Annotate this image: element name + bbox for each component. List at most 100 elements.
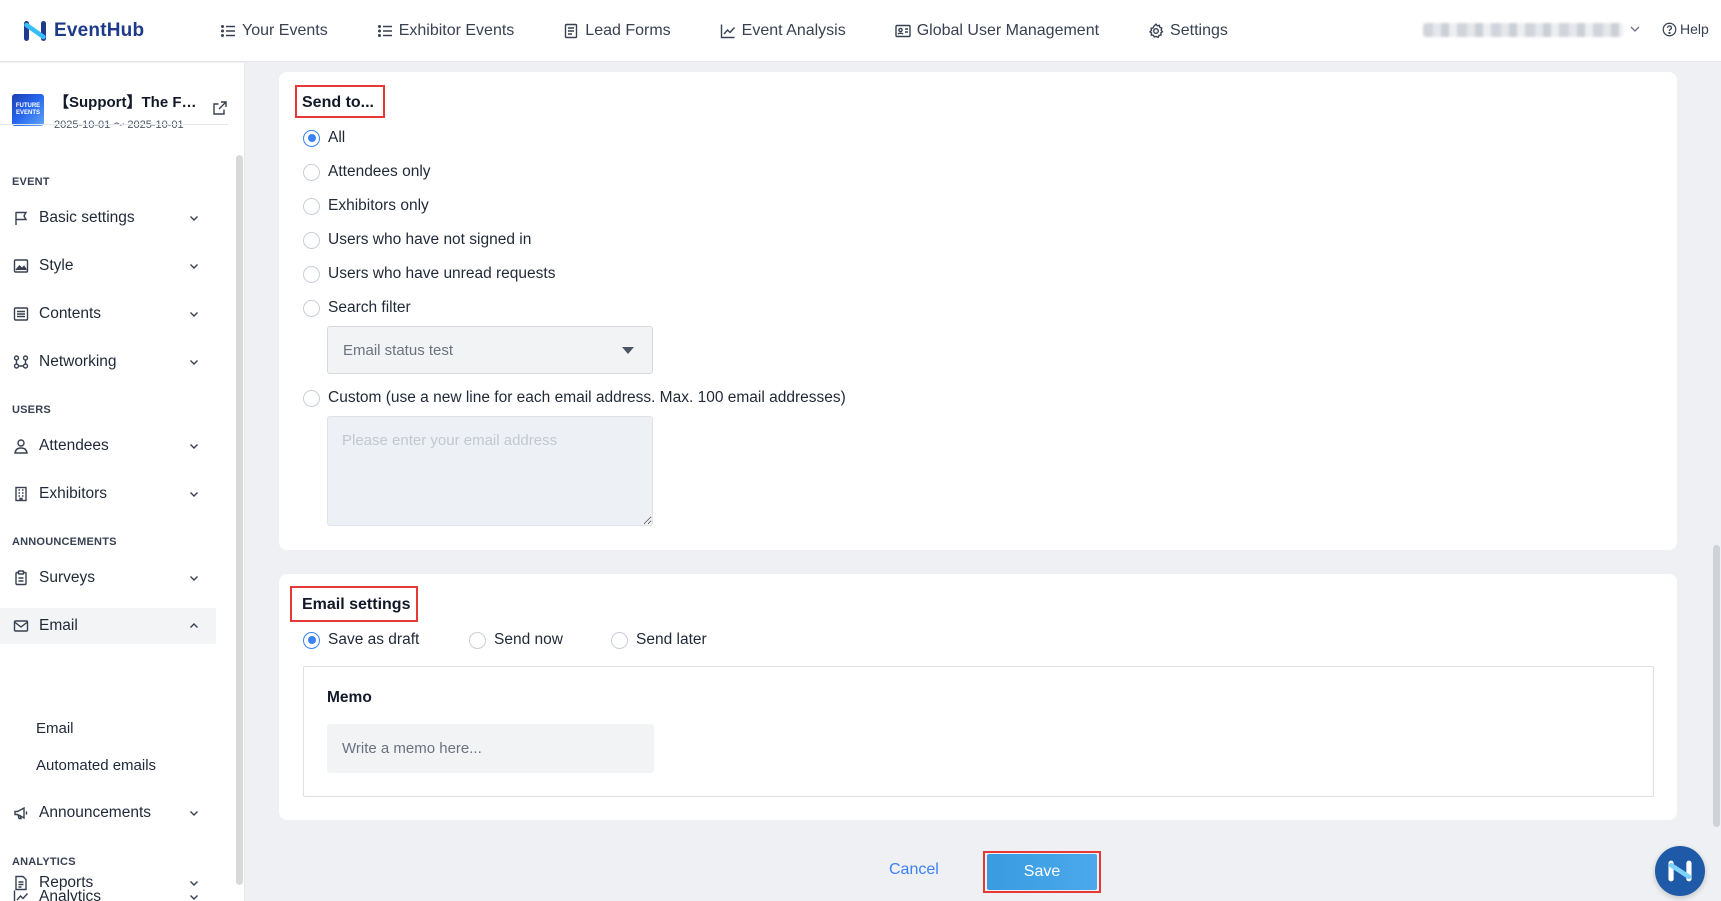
- chevron-down-icon: [190, 881, 198, 886]
- flag-icon: [15, 211, 28, 225]
- radio-send-to-all[interactable]: All: [303, 129, 345, 147]
- building-icon: [15, 486, 27, 502]
- chevron-down-icon: [1630, 26, 1640, 32]
- save-button[interactable]: Save: [987, 854, 1097, 890]
- sidebar-item-label: Surveys: [39, 569, 95, 586]
- brand-logo[interactable]: EventHub: [22, 18, 220, 44]
- sidebar-item-label: Networking: [39, 353, 117, 370]
- main-scrollbar[interactable]: [1713, 545, 1720, 827]
- megaphone-icon: [14, 806, 28, 820]
- sidebar-item-reports[interactable]: Reports: [0, 865, 216, 901]
- radio-button[interactable]: [303, 129, 320, 147]
- help-link[interactable]: Help: [1662, 21, 1709, 37]
- sidebar: FUTURE EVENTS 【Support】The F… 2025-10-01…: [0, 63, 245, 901]
- nav-label: Exhibitor Events: [398, 21, 515, 39]
- sidebar-item-basic-settings[interactable]: Basic settings: [0, 200, 216, 236]
- caret-down-icon: [622, 347, 634, 354]
- sidebar-item-label: Announcements: [39, 804, 152, 821]
- radio-label: Exhibitors only: [328, 197, 429, 214]
- radio-button[interactable]: [611, 631, 628, 649]
- help-circle-icon: [1662, 22, 1677, 36]
- radio-button[interactable]: [303, 389, 320, 407]
- radio-label: Save as draft: [328, 631, 420, 648]
- radio-send-to-unread-requests[interactable]: Users who have unread requests: [303, 265, 555, 283]
- chevron-down-icon: [190, 264, 198, 269]
- sidebar-scrollbar[interactable]: [236, 155, 243, 885]
- radio-label: Custom (use a new line for each email ad…: [328, 389, 846, 406]
- nav-exhibitor-events[interactable]: Exhibitor Events: [377, 21, 515, 40]
- sidebar-item-networking[interactable]: Networking: [0, 344, 216, 380]
- sidebar-item-style[interactable]: Style: [0, 248, 216, 284]
- radio-save-as-draft[interactable]: Save as draft: [303, 631, 419, 649]
- clipboard-icon: [15, 570, 27, 586]
- send-to-title: Send to...: [302, 94, 374, 111]
- memo-label: Memo: [327, 689, 372, 706]
- radio-send-to-exhibitors[interactable]: Exhibitors only: [303, 197, 429, 215]
- form-icon: [565, 23, 578, 38]
- email-settings-title: Email settings: [302, 596, 411, 613]
- sidebar-item-announcements[interactable]: Announcements: [0, 795, 216, 831]
- account-menu[interactable]: [1423, 20, 1640, 40]
- custom-email-textarea[interactable]: [327, 416, 653, 526]
- event-thumbnail-text: FUTURE EVENTS: [15, 103, 41, 116]
- sidebar-subitem-email[interactable]: Email: [36, 720, 74, 737]
- radio-button[interactable]: [469, 631, 486, 649]
- radio-label: All: [328, 129, 346, 146]
- radio-send-later[interactable]: Send later: [611, 631, 707, 649]
- radio-send-now[interactable]: Send now: [469, 631, 563, 649]
- radio-send-to-not-signed-in[interactable]: Users who have not signed in: [303, 231, 531, 249]
- section-heading-event: EVENT: [12, 176, 50, 188]
- radio-button[interactable]: [303, 265, 320, 283]
- list-icon: [221, 24, 235, 37]
- nav-label: Event Analysis: [741, 21, 846, 39]
- search-filter-select[interactable]: Email status test: [327, 326, 653, 374]
- report-icon: [15, 875, 27, 891]
- sidebar-item-contents[interactable]: Contents: [0, 296, 216, 332]
- current-event: FUTURE EVENTS 【Support】The F… 2025-10-01…: [12, 91, 232, 131]
- radio-button[interactable]: [303, 197, 320, 215]
- document-list-icon: [13, 307, 29, 321]
- sidebar-item-email[interactable]: Email: [0, 608, 216, 644]
- support-chat-button[interactable]: [1655, 846, 1705, 896]
- sidebar-subitem-automated-emails[interactable]: Automated emails: [36, 757, 156, 774]
- chevron-down-icon: [190, 576, 198, 581]
- nav-label: Lead Forms: [585, 21, 671, 39]
- eventhub-logo-icon: [24, 20, 46, 41]
- help-label: Help: [1680, 21, 1709, 37]
- cancel-button[interactable]: Cancel: [889, 861, 939, 879]
- external-link-icon[interactable]: [212, 100, 228, 116]
- nav-your-events[interactable]: Your Events: [220, 22, 328, 40]
- chevron-up-icon: [190, 623, 198, 628]
- section-heading-announcements: ANNOUNCEMENTS: [12, 536, 117, 548]
- radio-button[interactable]: [303, 231, 320, 249]
- radio-button[interactable]: [303, 299, 320, 317]
- nav-event-analysis[interactable]: Event Analysis: [720, 22, 846, 40]
- sidebar-item-label: Contents: [39, 305, 102, 322]
- nav-label: Global User Management: [916, 21, 1100, 39]
- mail-icon: [13, 620, 29, 632]
- radio-send-to-custom[interactable]: Custom (use a new line for each email ad…: [303, 389, 846, 407]
- nav-settings[interactable]: Settings: [1148, 22, 1228, 40]
- nav-global-user-management[interactable]: Global User Management: [895, 22, 1099, 40]
- radio-button[interactable]: [303, 163, 320, 181]
- sidebar-item-label: Exhibitors: [39, 485, 108, 502]
- sidebar-item-label: Reports: [39, 874, 94, 891]
- radio-label: Search filter: [328, 299, 411, 316]
- chevron-down-icon: [190, 312, 198, 317]
- chevron-down-icon: [190, 811, 198, 816]
- radio-send-to-search-filter[interactable]: Search filter: [303, 299, 411, 317]
- image-icon: [13, 259, 29, 273]
- sidebar-item-exhibitors[interactable]: Exhibitors: [0, 476, 216, 512]
- sidebar-item-surveys[interactable]: Surveys: [0, 560, 216, 596]
- sidebar-divider: [0, 124, 228, 125]
- gear-icon: [1149, 22, 1164, 38]
- nav-lead-forms[interactable]: Lead Forms: [563, 21, 671, 40]
- radio-send-to-attendees[interactable]: Attendees only: [303, 163, 431, 181]
- chevron-down-icon: [190, 360, 198, 365]
- radio-button[interactable]: [303, 631, 320, 649]
- top-navigation-bar: EventHub Your Events Exhibitor Events Le…: [0, 0, 1721, 62]
- brand-name: EventHub: [54, 19, 145, 41]
- sidebar-item-attendees[interactable]: Attendees: [0, 428, 216, 464]
- memo-input[interactable]: [327, 724, 654, 773]
- sidebar-item-label: Basic settings: [39, 209, 135, 226]
